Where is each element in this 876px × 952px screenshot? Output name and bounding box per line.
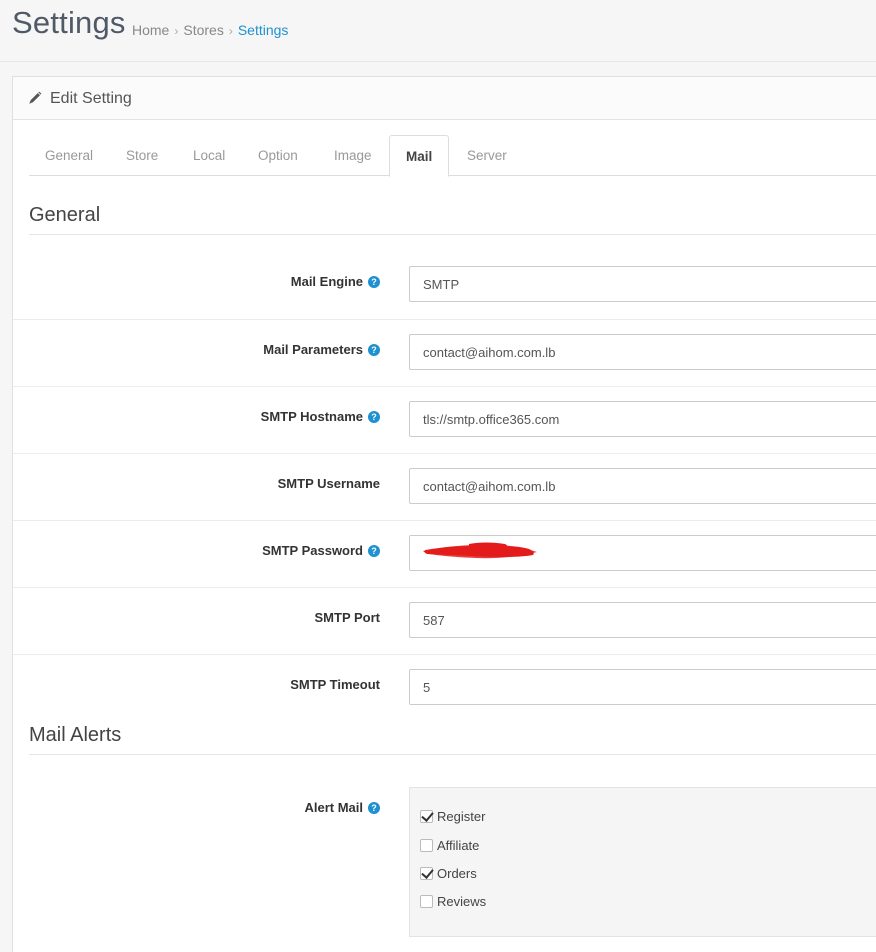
section-mail-alerts-heading: Mail Alerts (29, 724, 876, 755)
tab-mail[interactable]: Mail (389, 135, 450, 177)
breadcrumb-settings[interactable]: Settings (238, 22, 289, 38)
section-general-heading: General (29, 204, 876, 235)
mail-engine-input[interactable] (409, 266, 876, 302)
field-label: SMTP Username (277, 476, 380, 491)
checkbox-affiliate[interactable] (420, 838, 433, 852)
checkbox-register[interactable] (420, 809, 433, 823)
smtp-username-input[interactable] (409, 468, 876, 504)
help-icon[interactable]: ? (368, 801, 380, 814)
breadcrumb: Home › Stores › Settings (132, 22, 288, 38)
page-title: Settings (12, 5, 126, 40)
form-row-smtp-port: SMTP Port (13, 587, 876, 654)
smtp-hostname-input[interactable] (409, 401, 876, 437)
breadcrumb-stores[interactable]: Stores (183, 22, 223, 38)
alert-option-affiliate[interactable]: Affiliate (420, 836, 479, 854)
alert-option-reviews[interactable]: Reviews (420, 892, 486, 910)
tab-general[interactable]: General (29, 135, 109, 176)
breadcrumb-home[interactable]: Home (132, 22, 169, 38)
form-row-smtp-password: SMTP Password? (13, 520, 876, 587)
settings-tabs: General Store Local Option Image Mail Se… (29, 135, 876, 177)
edit-setting-panel: Edit Setting General Store Local Option … (12, 76, 876, 952)
smtp-password-input[interactable] (409, 535, 876, 571)
field-label: SMTP Hostname? (261, 409, 380, 424)
field-label: Mail Engine? (291, 274, 380, 289)
field-label: SMTP Password? (262, 543, 380, 558)
form-row-mail-engine: Mail Engine? (13, 252, 876, 319)
mail-parameters-input[interactable] (409, 334, 876, 370)
form-row-mail-parameters: Mail Parameters? (13, 319, 876, 386)
help-icon[interactable]: ? (368, 544, 380, 557)
help-icon[interactable]: ? (368, 410, 380, 423)
form-row-smtp-hostname: SMTP Hostname? (13, 386, 876, 453)
help-icon[interactable]: ? (368, 343, 380, 356)
form-row-smtp-username: SMTP Username (13, 453, 876, 520)
field-label: SMTP Timeout (290, 677, 380, 692)
tab-local[interactable]: Local (177, 135, 241, 176)
panel-heading: Edit Setting (13, 77, 876, 120)
checkbox-orders[interactable] (420, 866, 433, 880)
form-row-smtp-timeout: SMTP Timeout (13, 654, 876, 721)
page-header: Settings Home › Stores › Settings (0, 0, 876, 62)
alert-option-register[interactable]: Register (420, 807, 485, 825)
tab-image[interactable]: Image (318, 135, 388, 176)
tab-option[interactable]: Option (242, 135, 314, 176)
checkbox-reviews[interactable] (420, 894, 433, 908)
smtp-timeout-input[interactable] (409, 669, 876, 705)
help-icon[interactable]: ? (368, 275, 380, 288)
smtp-port-input[interactable] (409, 602, 876, 638)
tab-store[interactable]: Store (110, 135, 174, 176)
field-label: Alert Mail? (304, 800, 380, 815)
breadcrumb-separator: › (174, 24, 179, 38)
panel-title: Edit Setting (50, 90, 132, 107)
field-label: SMTP Port (314, 610, 381, 625)
field-label: Mail Parameters? (263, 342, 380, 357)
alert-option-orders[interactable]: Orders (420, 864, 477, 882)
tab-server[interactable]: Server (451, 135, 523, 176)
pencil-icon (29, 91, 42, 104)
alert-mail-options: Register Affiliate Orders Reviews (409, 787, 876, 937)
breadcrumb-separator: › (228, 24, 233, 38)
